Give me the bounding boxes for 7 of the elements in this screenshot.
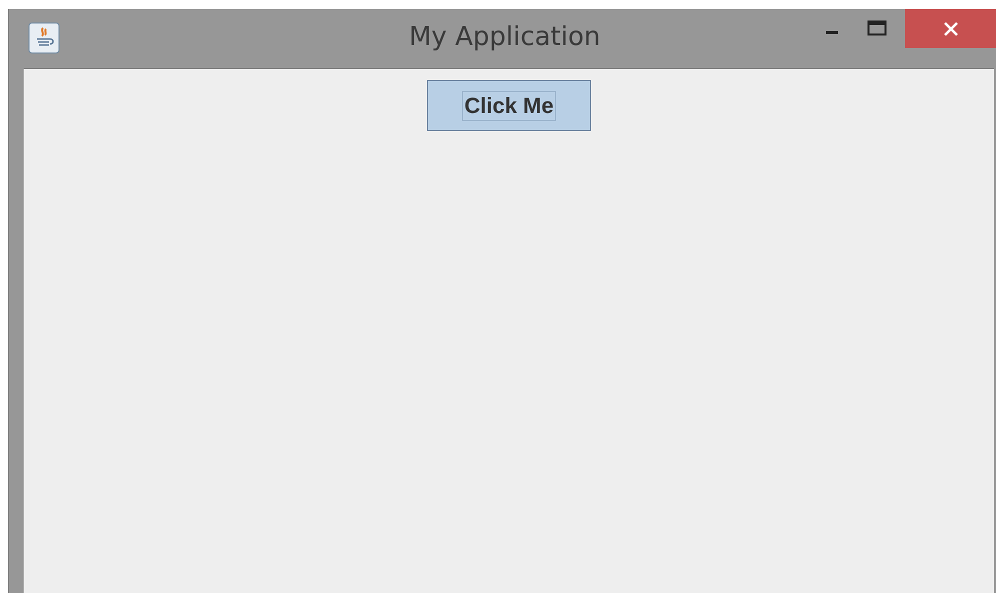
minimize-icon: [826, 31, 838, 34]
close-button[interactable]: [905, 9, 996, 48]
click-me-button[interactable]: Click Me: [427, 80, 591, 131]
window-title: My Application: [409, 21, 602, 52]
close-icon: [942, 20, 958, 36]
coffee-cup-icon[interactable]: [28, 22, 60, 54]
maximize-icon: [867, 20, 887, 36]
